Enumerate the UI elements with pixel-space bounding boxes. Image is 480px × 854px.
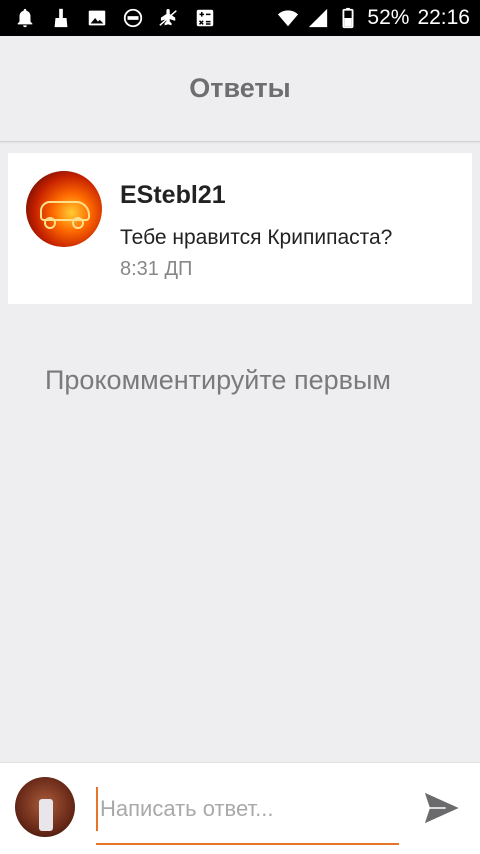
bell-icon (14, 7, 36, 29)
airplane-off-icon (158, 7, 180, 29)
post-author-name[interactable]: EStebl21 (120, 181, 392, 210)
battery-icon (337, 7, 359, 29)
wifi-icon (277, 7, 299, 29)
free-icon (122, 7, 144, 29)
calculator-icon (194, 7, 216, 29)
signal-icon (307, 7, 329, 29)
empty-comments-message: Прокомментируйте первым (45, 365, 391, 395)
car-wheel (72, 217, 84, 229)
reply-input-wrapper (96, 787, 399, 845)
car-wheel (44, 217, 56, 229)
post-author-avatar[interactable] (26, 171, 102, 247)
post-card[interactable]: EStebl21 Тебе нравится Крипипаста? 8:31 … (8, 153, 472, 304)
clock: 22:16 (417, 6, 470, 29)
status-left-icons (14, 7, 216, 29)
post-body: EStebl21 Тебе нравится Крипипаста? 8:31 … (120, 171, 392, 286)
send-button[interactable] (418, 784, 466, 832)
app-header: Ответы (0, 36, 480, 142)
image-icon (86, 7, 108, 29)
reply-bar (0, 762, 480, 854)
avatar-figure (39, 799, 53, 831)
reply-input[interactable] (96, 787, 399, 831)
post-text: Тебе нравится Крипипаста? (120, 226, 393, 249)
current-user-avatar (15, 777, 75, 837)
post-timestamp: 8:31 ДП (120, 258, 193, 280)
battery-percent: 52% (367, 6, 410, 29)
broom-icon (50, 7, 72, 29)
status-right-icons: 52% 22:16 (277, 6, 470, 30)
status-bar: 52% 22:16 (0, 0, 480, 36)
page-title: Ответы (189, 73, 291, 103)
send-icon (422, 790, 463, 826)
